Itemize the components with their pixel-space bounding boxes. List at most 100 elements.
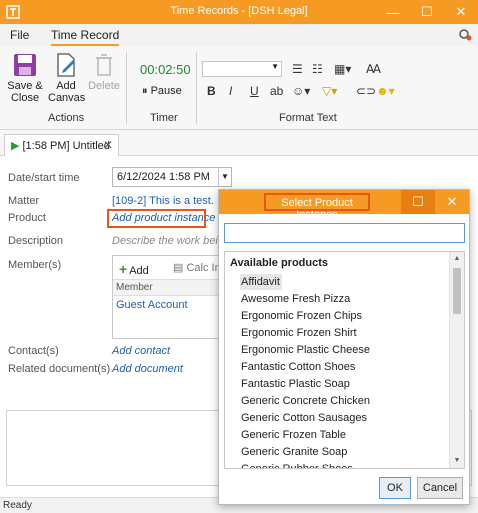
product-list-item[interactable]: Awesome Fresh Pizza — [240, 291, 352, 307]
close-button[interactable]: ✕ — [444, 0, 478, 24]
description-input[interactable]: Describe the work being — [112, 235, 230, 247]
cancel-button[interactable]: Cancel — [417, 477, 463, 499]
save-close-label-1: Save & — [7, 80, 43, 92]
document-tab-strip: ▶ [1:58 PM] Untitled ✕ — [0, 130, 478, 156]
product-list-item[interactable]: Generic Concrete Chicken — [240, 393, 372, 409]
plus-icon: + — [119, 261, 128, 277]
add-document-link[interactable]: Add document — [112, 363, 183, 375]
chevron-down-icon: ▼ — [271, 62, 279, 71]
members-column-header: Member — [113, 280, 221, 296]
close-tab-icon[interactable]: ✕ — [103, 138, 113, 152]
product-list-header: Available products — [230, 257, 329, 269]
product-list-item[interactable]: Ergonomic Plastic Cheese — [240, 342, 372, 358]
product-list[interactable]: Available products ▲ ▼ Affidavit Awesome … — [224, 251, 465, 469]
date-label: Date/start time — [8, 172, 80, 184]
product-list-item[interactable]: Generic Frozen Table — [240, 427, 348, 443]
trash-icon — [96, 54, 112, 76]
product-list-item[interactable]: Ergonomic Frozen Shirt — [240, 325, 359, 341]
document-tab[interactable]: ▶ [1:58 PM] Untitled ✕ — [4, 134, 119, 156]
pause-button[interactable]: ⏸ Pause — [142, 85, 182, 98]
ribbon-separator — [196, 52, 197, 124]
menu-time-record[interactable]: Time Record — [51, 28, 120, 46]
title-bar: Time Records - [DSH Legal] — ☐ ✕ — [0, 0, 478, 24]
dialog-title: Select Product Instance — [264, 193, 370, 221]
pause-label: Pause — [150, 85, 182, 97]
matter-label: Matter — [8, 195, 40, 207]
settings-icon[interactable] — [458, 27, 472, 41]
app-window: Time Records - [DSH Legal] — ☐ ✕ File Ti… — [0, 0, 478, 513]
save-icon — [14, 54, 36, 76]
emoji-icon[interactable]: ☻▾ — [376, 84, 395, 98]
add-product-highlight — [107, 209, 206, 228]
add-canvas-button[interactable]: Add Canvas — [48, 52, 86, 104]
actions-group-label: Actions — [48, 112, 85, 124]
product-list-item[interactable]: Fantastic Plastic Soap — [240, 376, 352, 392]
menu-file[interactable]: File — [10, 28, 29, 42]
bold-icon[interactable]: B — [207, 84, 216, 98]
palette-icon[interactable]: ☺▾ — [292, 84, 310, 98]
italic-icon[interactable]: I — [229, 84, 232, 98]
bullet-list-icon[interactable]: ☰ — [292, 62, 303, 76]
delete-label: Delete — [88, 80, 120, 92]
pause-icon: ⏸ — [142, 85, 151, 97]
members-toolbar: +Add ▤ Calc Inte — [113, 256, 221, 280]
ribbon-separator — [126, 52, 127, 124]
menu-bar: File Time Record — [0, 24, 478, 46]
scroll-thumb[interactable] — [453, 268, 461, 314]
add-member-label: Add — [129, 265, 149, 277]
play-icon: ▶ — [11, 140, 20, 152]
dialog-close-button[interactable]: ✕ — [435, 190, 469, 214]
font-select[interactable]: ▼ — [202, 61, 282, 77]
timer-display: 00:02:50 — [140, 62, 191, 77]
numbered-list-icon[interactable]: ☷ — [312, 62, 323, 76]
document-tab-label: [1:58 PM] Untitled — [22, 140, 110, 152]
product-list-item[interactable]: Generic Rubber Shoes — [240, 461, 355, 468]
maximize-button[interactable]: ☐ — [410, 0, 444, 24]
product-list-item[interactable]: Generic Granite Soap — [240, 444, 349, 460]
clear-format-icon[interactable]: Ꜳ — [366, 62, 381, 76]
product-list-item[interactable]: Fantastic Cotton Shoes — [240, 359, 357, 375]
dialog-maximize-button[interactable]: ☐ — [401, 190, 435, 214]
delete-button[interactable]: Delete — [88, 52, 120, 92]
highlight-icon[interactable]: ▽▾ — [322, 84, 337, 98]
member-row[interactable]: Guest Account — [113, 296, 221, 311]
link-icon[interactable]: ⊂⊃ — [356, 84, 376, 98]
product-label: Product — [8, 212, 46, 224]
product-list-item[interactable]: Affidavit — [240, 274, 282, 290]
scroll-up-icon[interactable]: ▲ — [450, 252, 464, 266]
table-icon[interactable]: ▦▾ — [334, 62, 351, 76]
strikethrough-icon[interactable]: ab — [270, 84, 283, 98]
format-text-group-label: Format Text — [279, 112, 337, 124]
contacts-label: Contact(s) — [8, 345, 59, 357]
save-close-button[interactable]: Save & Close — [6, 52, 44, 104]
minimize-button[interactable]: — — [376, 0, 410, 24]
related-documents-label: Related document(s) — [8, 363, 111, 375]
add-contact-link[interactable]: Add contact — [112, 345, 170, 357]
underline-icon[interactable]: U — [250, 84, 259, 98]
product-list-item[interactable]: Generic Cotton Sausages — [240, 410, 369, 426]
calculator-icon: ▤ — [173, 262, 187, 274]
product-search-input[interactable] — [224, 223, 465, 243]
add-canvas-label-1: Add — [56, 80, 76, 92]
dialog-title-bar: Select Product Instance ☐ ✕ — [219, 190, 469, 221]
product-list-item[interactable]: Ergonomic Frozen Chips — [240, 308, 364, 324]
canvas-icon — [57, 53, 75, 77]
members-label: Member(s) — [8, 259, 62, 271]
date-input[interactable]: 6/12/2024 1:58 PM ▼ — [112, 167, 232, 187]
matter-link[interactable]: [109-2] This is a test. — [112, 195, 214, 207]
add-canvas-label-2: Canvas — [48, 92, 86, 104]
date-value: 6/12/2024 1:58 PM — [117, 171, 210, 183]
chevron-down-icon[interactable]: ▼ — [218, 168, 231, 186]
ok-button[interactable]: OK — [379, 477, 411, 499]
calc-interest-button[interactable]: ▤ Calc Inte — [173, 261, 221, 274]
select-product-dialog: Select Product Instance ☐ ✕ Available pr… — [218, 189, 470, 505]
calc-interest-label: Calc Inte — [186, 262, 221, 274]
description-label: Description — [8, 235, 64, 247]
save-close-label-2: Close — [10, 92, 40, 104]
scroll-down-icon[interactable]: ▼ — [450, 454, 464, 468]
list-scrollbar[interactable]: ▲ ▼ — [449, 252, 464, 468]
ribbon: Save & Close Add Canvas Delete Actions 0… — [0, 46, 478, 130]
members-panel: +Add ▤ Calc Inte Member Guest Account — [112, 255, 222, 339]
add-member-button[interactable]: + Add — [119, 261, 149, 277]
timer-group-label: Timer — [150, 112, 178, 124]
